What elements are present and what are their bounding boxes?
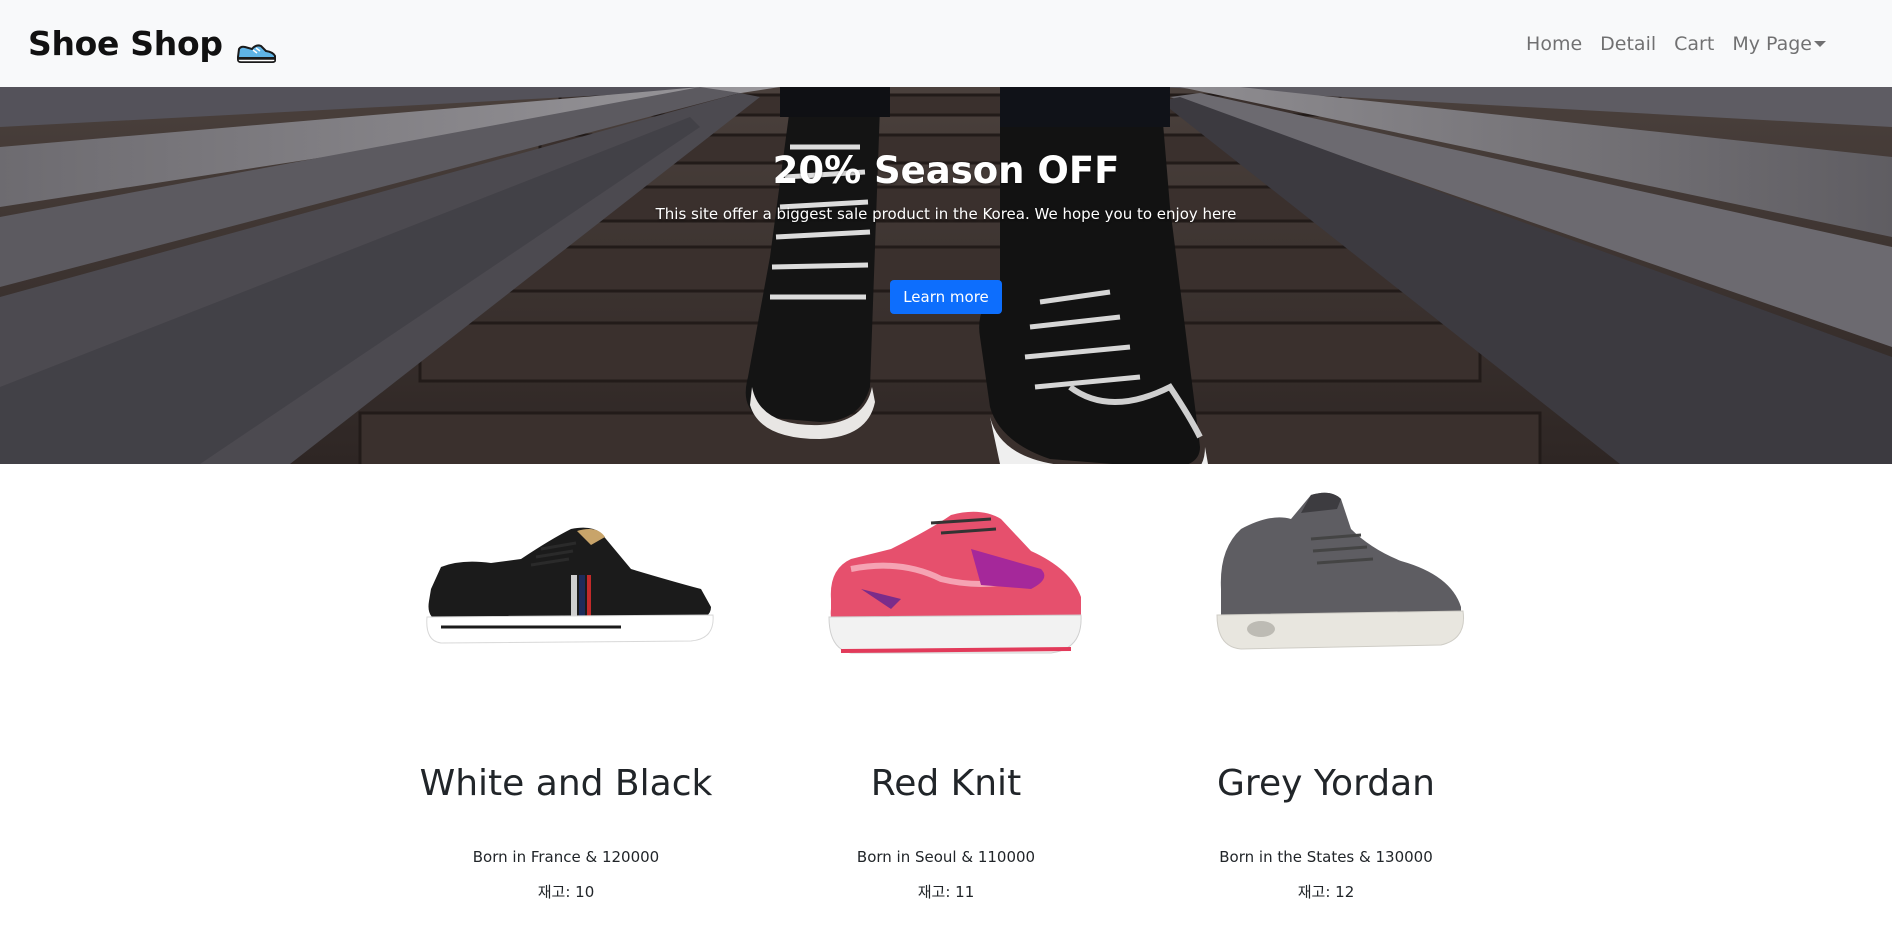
product-stock: 재고: 12 [1297, 883, 1355, 901]
grey-high-top-shoe-icon [1216, 492, 1465, 650]
white-black-shoe-icon [426, 527, 714, 644]
product-name[interactable]: Grey Yordan [1136, 763, 1516, 804]
product-description: Born in Seoul & 110000 [856, 848, 1036, 866]
product-description: Born in France & 120000 [472, 848, 660, 866]
product-stock: 재고: 10 [537, 883, 595, 901]
my-page-label: My Page [1732, 32, 1812, 55]
navbar: Shoe Shop Home Detail Cart My Page [0, 0, 1892, 87]
sneaker-icon [235, 34, 277, 63]
hero-subtitle: This site offer a biggest sale product i… [655, 204, 1237, 223]
caret-down-icon [1814, 40, 1826, 47]
brand-logo[interactable]: Shoe Shop [28, 24, 277, 63]
brand-name[interactable]: Shoe Shop [28, 24, 223, 63]
product-card: Red Knit Born in Seoul & 110000 재고: 11 [756, 464, 1136, 902]
product-image[interactable] [1136, 464, 1516, 714]
hero-content: 20% Season OFF This site offer a biggest… [0, 149, 1892, 314]
product-stock: 재고: 11 [917, 883, 975, 901]
red-knit-shoe-icon [828, 511, 1082, 654]
learn-more-button[interactable]: Learn more [890, 279, 1002, 314]
product-card: White and Black Born in France & 120000 … [376, 464, 756, 902]
my-page-dropdown[interactable]: My Page [1723, 33, 1835, 55]
product-description: Born in the States & 130000 [1219, 848, 1433, 866]
hero-banner: 20% Season OFF This site offer a biggest… [0, 87, 1892, 464]
nav-home-link[interactable]: Home [1517, 33, 1591, 55]
hero-title: 20% Season OFF [772, 149, 1120, 192]
product-image[interactable] [376, 464, 756, 714]
product-card: Grey Yordan Born in the States & 130000 … [1136, 464, 1516, 902]
product-list: White and Black Born in France & 120000 … [376, 464, 1516, 902]
nav-links: Home Detail Cart My Page [1517, 33, 1835, 55]
nav-cart-link[interactable]: Cart [1665, 33, 1723, 55]
product-name[interactable]: Red Knit [756, 763, 1136, 804]
product-image[interactable] [756, 464, 1136, 714]
product-name[interactable]: White and Black [376, 763, 756, 804]
nav-detail-link[interactable]: Detail [1591, 33, 1665, 55]
